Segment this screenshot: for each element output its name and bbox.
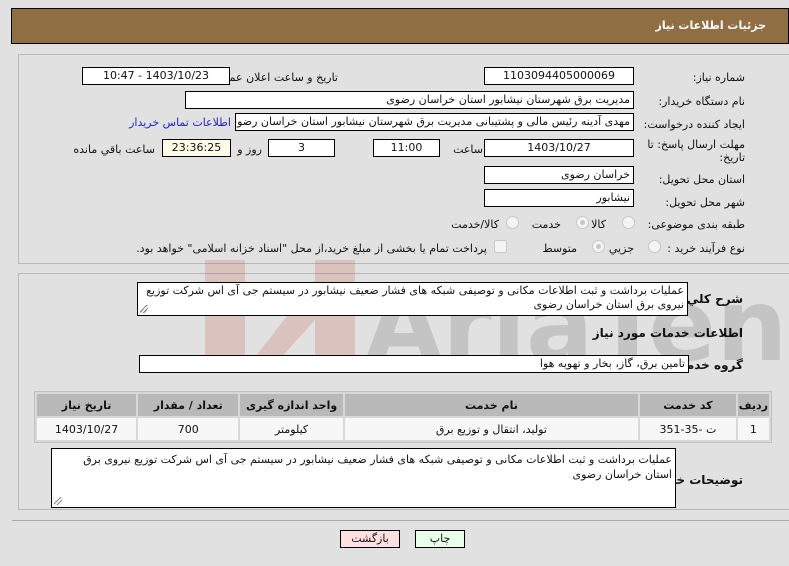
page-title: جزئیات اطلاعات نیاز bbox=[655, 19, 767, 32]
city-label: شهر محل تحویل: bbox=[665, 196, 745, 209]
table-row: 1 ت -35-351 تولید، انتقال و توزیع برق کی… bbox=[37, 418, 769, 440]
buyer-org-field: مدیریت برق شهرستان نیشابور استان خراسان … bbox=[185, 91, 634, 109]
page-header: جزئیات اطلاعات نیاز bbox=[11, 8, 789, 44]
cell-quantity: 700 bbox=[138, 418, 239, 440]
days-label: روز و bbox=[237, 143, 262, 156]
process-label: نوع فرآیند خرید : bbox=[667, 242, 745, 255]
col-header-unit: واحد اندازه گیری bbox=[240, 394, 343, 416]
summary-text: عملیات برداشت و ثبت اطلاعات مکانی و توصی… bbox=[146, 284, 684, 311]
city-field: نیشابور bbox=[484, 189, 634, 207]
col-header-row-number: ردیف bbox=[737, 394, 769, 416]
category-radio-goods[interactable] bbox=[622, 216, 635, 229]
process-radio-medium[interactable] bbox=[592, 240, 605, 253]
col-header-service-name: نام خدمت bbox=[344, 394, 639, 416]
remaining-time-label: ساعت باقي مانده bbox=[73, 143, 155, 156]
print-button[interactable]: چاپ bbox=[415, 530, 465, 548]
category-radio-service[interactable] bbox=[576, 216, 589, 229]
deadline-time-label: ساعت bbox=[453, 143, 483, 156]
treasury-checkbox-label: پرداخت تمام یا بخشی از مبلغ خرید،از محل … bbox=[136, 242, 487, 255]
service-group-field: تامین برق، گاز، بخار و تهویه هوا bbox=[139, 355, 689, 373]
category-radio-goods-service[interactable] bbox=[506, 216, 519, 229]
requester-label: ایجاد کننده درخواست: bbox=[643, 118, 745, 131]
resize-grip-icon[interactable] bbox=[140, 305, 148, 313]
deadline-label-line1: مهلت ارسال پاسخ: تا bbox=[647, 138, 745, 151]
category-goods-label: کالا bbox=[591, 218, 606, 231]
buyer-org-label: نام دستگاه خریدار: bbox=[658, 95, 745, 108]
province-label: استان محل تحویل: bbox=[658, 173, 745, 186]
requester-field: مهدی آدینه رئیس مالی و پشتیبانی مدیریت ب… bbox=[235, 113, 634, 131]
back-button[interactable]: بازگشت bbox=[340, 530, 400, 548]
need-info-panel bbox=[18, 54, 789, 264]
col-header-service-code: کد خدمت bbox=[640, 394, 736, 416]
announce-date-field: 1403/10/23 - 10:47 bbox=[82, 67, 230, 85]
buyer-notes-text: عملیات برداشت و ثبت اطلاعات مکانی و توصی… bbox=[83, 453, 672, 481]
deadline-time-field: 11:00 bbox=[373, 139, 440, 157]
process-radio-minor[interactable] bbox=[648, 240, 661, 253]
buyer-notes-textarea[interactable]: عملیات برداشت و ثبت اطلاعات مکانی و توصی… bbox=[51, 448, 676, 508]
treasury-checkbox[interactable] bbox=[494, 240, 507, 253]
divider bbox=[12, 520, 789, 521]
resize-grip-icon[interactable] bbox=[54, 497, 62, 505]
summary-textarea[interactable]: عملیات برداشت و ثبت اطلاعات مکانی و توصی… bbox=[137, 282, 688, 316]
deadline-date-field: 1403/10/27 bbox=[484, 139, 634, 157]
table-header-row: ردیف کد خدمت نام خدمت واحد اندازه گیری ت… bbox=[37, 394, 769, 416]
cell-service-code: ت -35-351 bbox=[640, 418, 736, 440]
services-table: ردیف کد خدمت نام خدمت واحد اندازه گیری ت… bbox=[34, 391, 772, 443]
col-header-need-date: تاریخ نیاز bbox=[37, 394, 137, 416]
remaining-days-field: 3 bbox=[268, 139, 335, 157]
cell-unit: کیلومتر bbox=[240, 418, 343, 440]
buyer-contact-link[interactable]: اطلاعات تماس خریدار bbox=[129, 116, 231, 129]
province-field: خراسان رضوی bbox=[484, 166, 634, 184]
col-header-quantity: تعداد / مقدار bbox=[138, 394, 239, 416]
category-service-label: خدمت bbox=[531, 218, 561, 231]
cell-need-date: 1403/10/27 bbox=[37, 418, 137, 440]
services-heading: اطلاعات خدمات مورد نیاز bbox=[592, 326, 743, 340]
need-number-label: شماره نیاز: bbox=[692, 71, 745, 84]
process-medium-label: متوسط bbox=[542, 242, 577, 255]
deadline-label-line2: تاریخ: bbox=[719, 151, 745, 164]
remaining-time-field: 23:36:25 bbox=[162, 139, 231, 157]
category-label: طبقه بندی موضوعی: bbox=[647, 218, 745, 231]
category-goods-service-label: کالا/خدمت bbox=[451, 218, 499, 231]
process-minor-label: جزیي bbox=[608, 242, 634, 255]
cell-service-name: تولید، انتقال و توزیع برق bbox=[344, 418, 639, 440]
cell-row-number: 1 bbox=[737, 418, 769, 440]
need-number-field: 1103094405000069 bbox=[484, 67, 634, 85]
